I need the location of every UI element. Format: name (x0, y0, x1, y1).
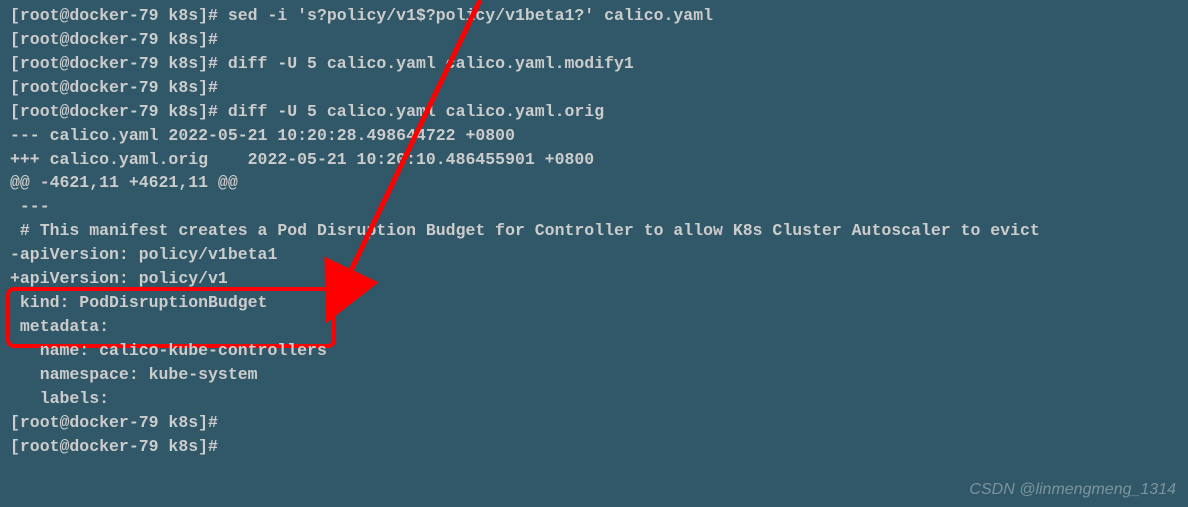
terminal-line: namespace: kube-system (0, 363, 1188, 387)
terminal-line: [root@docker-79 k8s]# sed -i 's?policy/v… (0, 4, 1188, 28)
terminal-line: [root@docker-79 k8s]# (0, 28, 1188, 52)
terminal-line: [root@docker-79 k8s]# diff -U 5 calico.y… (0, 100, 1188, 124)
terminal-line: metadata: (0, 315, 1188, 339)
terminal-line: labels: (0, 387, 1188, 411)
terminal-line: [root@docker-79 k8s]# (0, 76, 1188, 100)
terminal-line: [root@docker-79 k8s]# (0, 435, 1188, 459)
terminal-line: [root@docker-79 k8s]# diff -U 5 calico.y… (0, 52, 1188, 76)
terminal-line: name: calico-kube-controllers (0, 339, 1188, 363)
terminal-output: [root@docker-79 k8s]# sed -i 's?policy/v… (0, 4, 1188, 459)
diff-removed-line: -apiVersion: policy/v1beta1 (0, 243, 1188, 267)
terminal-line: # This manifest creates a Pod Disruption… (0, 219, 1188, 243)
terminal-line: [root@docker-79 k8s]# (0, 411, 1188, 435)
diff-added-line: +apiVersion: policy/v1 (0, 267, 1188, 291)
terminal-line: --- (0, 195, 1188, 219)
terminal-line: --- calico.yaml 2022-05-21 10:20:28.4986… (0, 124, 1188, 148)
watermark-text: CSDN @linmengmeng_1314 (969, 478, 1176, 501)
terminal-line: +++ calico.yaml.orig 2022-05-21 10:20:10… (0, 148, 1188, 172)
terminal-line: kind: PodDisruptionBudget (0, 291, 1188, 315)
terminal-line: @@ -4621,11 +4621,11 @@ (0, 171, 1188, 195)
